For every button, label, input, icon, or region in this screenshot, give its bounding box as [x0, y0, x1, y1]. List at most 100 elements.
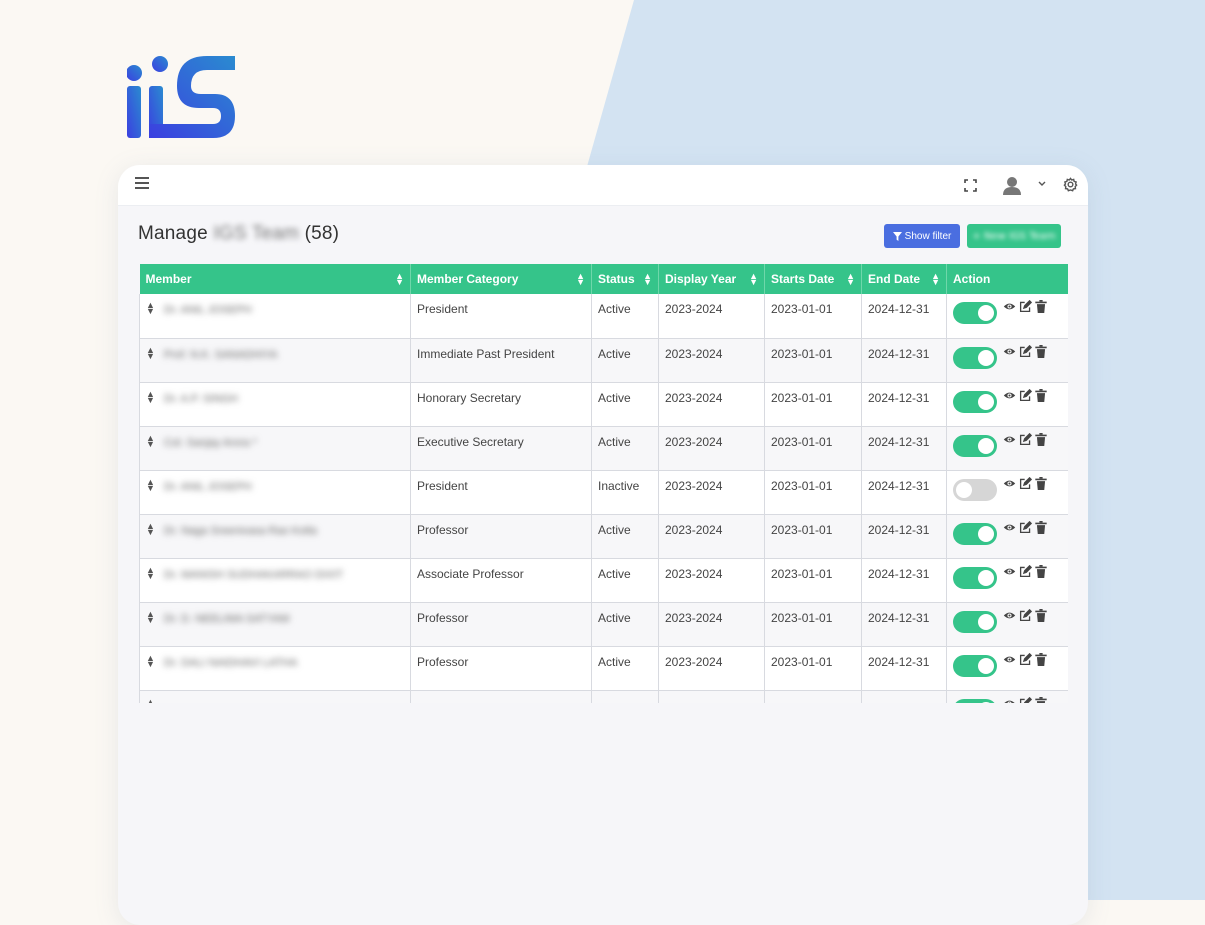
- eye-icon[interactable]: [1003, 345, 1017, 359]
- status-toggle[interactable]: [953, 390, 997, 413]
- edit-icon[interactable]: [1019, 608, 1033, 623]
- table-row[interactable]: ▲▼: [139, 690, 1068, 703]
- column-header-end-date[interactable]: End Date ▲ ▼: [861, 264, 947, 294]
- drag-handle-icon[interactable]: ▲▼: [146, 521, 155, 536]
- toggle-knob: [956, 481, 972, 498]
- status-toggle[interactable]: [953, 478, 997, 501]
- cell-end-date: 2024-12-31: [861, 426, 947, 471]
- sort-icon[interactable]: ▲ ▼: [576, 272, 585, 287]
- cell-display-year: 2023-2024: [658, 558, 765, 603]
- cell-status: Active: [591, 558, 659, 603]
- cell-starts-date: [764, 690, 862, 703]
- column-header-starts-date[interactable]: Starts Date ▲ ▼: [764, 264, 862, 294]
- cell-end-date: 2024-12-31: [861, 646, 947, 691]
- cell-starts-date: 2023-01-01: [764, 470, 862, 515]
- sort-icon[interactable]: ▲ ▼: [395, 272, 404, 287]
- trash-icon[interactable]: [1035, 696, 1049, 703]
- sort-icon[interactable]: ▲ ▼: [643, 272, 652, 287]
- cell-display-year: 2023-2024: [658, 338, 765, 383]
- cell-action: [946, 646, 1068, 691]
- status-toggle[interactable]: [953, 346, 997, 369]
- table-row[interactable]: ▲ ▼ Dr. D. NEELIMA SATYAM Professor Active 20…: [139, 602, 1068, 647]
- status-toggle[interactable]: [953, 522, 997, 545]
- drag-handle-icon[interactable]: ▲▼: [146, 653, 155, 668]
- table-row[interactable]: ▲ ▼ Dr. MANISH SUDHAKARRAO DIXIT Associate …: [139, 558, 1068, 603]
- toggle-knob: [978, 349, 994, 366]
- column-header-member[interactable]: Member ▲ ▼: [139, 264, 411, 294]
- drag-handle-icon[interactable]: ▲▼: [146, 565, 155, 580]
- eye-icon[interactable]: [1003, 389, 1017, 403]
- eye-icon[interactable]: [1003, 433, 1017, 447]
- drag-handle-icon[interactable]: ▲▼: [146, 389, 155, 404]
- member-name: Dr. MANISH SUDHAKARRAO DIXIT: [164, 568, 344, 581]
- edit-icon[interactable]: [1019, 388, 1033, 403]
- drag-handle-icon[interactable]: ▲▼: [146, 477, 155, 492]
- trash-icon[interactable]: [1035, 608, 1049, 623]
- trash-icon[interactable]: [1035, 476, 1049, 491]
- fullscreen-icon[interactable]: [962, 177, 978, 193]
- edit-icon[interactable]: [1019, 652, 1033, 667]
- table-row[interactable]: ▲ ▼ Col. Sanjay Arora * Executive Secretary…: [139, 426, 1068, 471]
- drag-handle-icon[interactable]: ▲▼: [146, 301, 155, 316]
- team-table-container: Member ▲ ▼ Member Category ▲ ▼ Status ▲ ▼ Disp…: [139, 264, 1068, 703]
- top-bar: [118, 165, 1088, 206]
- trash-icon[interactable]: [1035, 432, 1049, 447]
- show-filter-label: Show filter: [904, 230, 952, 242]
- sort-icon[interactable]: ▲ ▼: [846, 272, 855, 287]
- eye-icon[interactable]: [1003, 521, 1017, 535]
- edit-icon[interactable]: [1019, 696, 1033, 703]
- status-toggle[interactable]: [953, 434, 997, 457]
- drag-handle-icon[interactable]: ▲▼: [146, 697, 155, 703]
- eye-icon[interactable]: [1003, 565, 1017, 579]
- status-toggle[interactable]: [953, 610, 997, 633]
- cell-display-year: 2023-2024: [658, 382, 765, 427]
- toggle-knob: [978, 437, 994, 454]
- table-row[interactable]: ▲ ▼ Dr. ANIL JOSEPH President Active 2023-202…: [139, 294, 1068, 339]
- drag-handle-icon[interactable]: ▲▼: [146, 433, 155, 448]
- trash-icon[interactable]: [1035, 564, 1049, 579]
- trash-icon[interactable]: [1035, 388, 1049, 403]
- trash-icon[interactable]: [1035, 520, 1049, 535]
- gear-icon[interactable]: [1062, 176, 1078, 192]
- cell-category: Associate Professor: [410, 558, 592, 603]
- trash-icon[interactable]: [1035, 344, 1049, 359]
- table-row[interactable]: ▲ ▼ Dr. Naga Sreenivasa Rao Kotla Professor…: [139, 514, 1068, 559]
- eye-icon[interactable]: [1003, 300, 1017, 314]
- column-header-status[interactable]: Status ▲ ▼: [591, 264, 659, 294]
- table-row[interactable]: ▲ ▼ Prof. N.K. SANADHIYA Immediate Past Pre…: [139, 338, 1068, 383]
- drag-handle-icon[interactable]: ▲▼: [146, 609, 155, 624]
- hamburger-icon[interactable]: [134, 175, 150, 191]
- user-avatar-icon[interactable]: [1001, 174, 1023, 196]
- edit-icon[interactable]: [1019, 520, 1033, 535]
- sort-icon[interactable]: ▲ ▼: [931, 272, 940, 287]
- status-toggle[interactable]: [953, 302, 997, 324]
- cell-member: ▲ ▼ Col. Sanjay Arora *: [139, 426, 411, 471]
- eye-icon[interactable]: [1003, 609, 1017, 623]
- eye-icon[interactable]: [1003, 653, 1017, 667]
- sort-icon[interactable]: ▲ ▼: [749, 272, 758, 287]
- table-row[interactable]: ▲ ▼ Dr. A.P. SINGH Honorary Secretary Active…: [139, 382, 1068, 427]
- edit-icon[interactable]: [1019, 564, 1033, 579]
- table-row[interactable]: ▲ ▼ Dr. DALI NAIDHAVI LATHA Professor Active…: [139, 646, 1068, 691]
- drag-handle-icon[interactable]: ▲▼: [146, 345, 155, 360]
- eye-icon[interactable]: [1003, 477, 1017, 491]
- cell-action: [946, 294, 1068, 339]
- status-toggle[interactable]: [953, 566, 997, 589]
- column-header-category[interactable]: Member Category ▲ ▼: [410, 264, 592, 294]
- toggle-knob: [978, 393, 994, 410]
- cell-action: [946, 514, 1068, 559]
- chevron-down-icon[interactable]: [1037, 179, 1047, 189]
- trash-icon[interactable]: [1035, 300, 1049, 314]
- edit-icon[interactable]: [1019, 432, 1033, 447]
- status-toggle[interactable]: [953, 654, 997, 677]
- eye-icon[interactable]: [1003, 697, 1017, 703]
- edit-icon[interactable]: [1019, 299, 1033, 314]
- trash-icon[interactable]: [1035, 652, 1049, 667]
- show-filter-button[interactable]: Show filter: [884, 224, 960, 248]
- edit-icon[interactable]: [1019, 344, 1033, 359]
- status-toggle[interactable]: [953, 698, 997, 703]
- new-team-button[interactable]: + New IGS Team: [967, 224, 1061, 248]
- column-header-display-year[interactable]: Display Year ▲ ▼: [658, 264, 765, 294]
- edit-icon[interactable]: [1019, 476, 1033, 491]
- table-row[interactable]: ▲ ▼ Dr. ANIL JOSEPH President Inactive 2023-2…: [139, 470, 1068, 515]
